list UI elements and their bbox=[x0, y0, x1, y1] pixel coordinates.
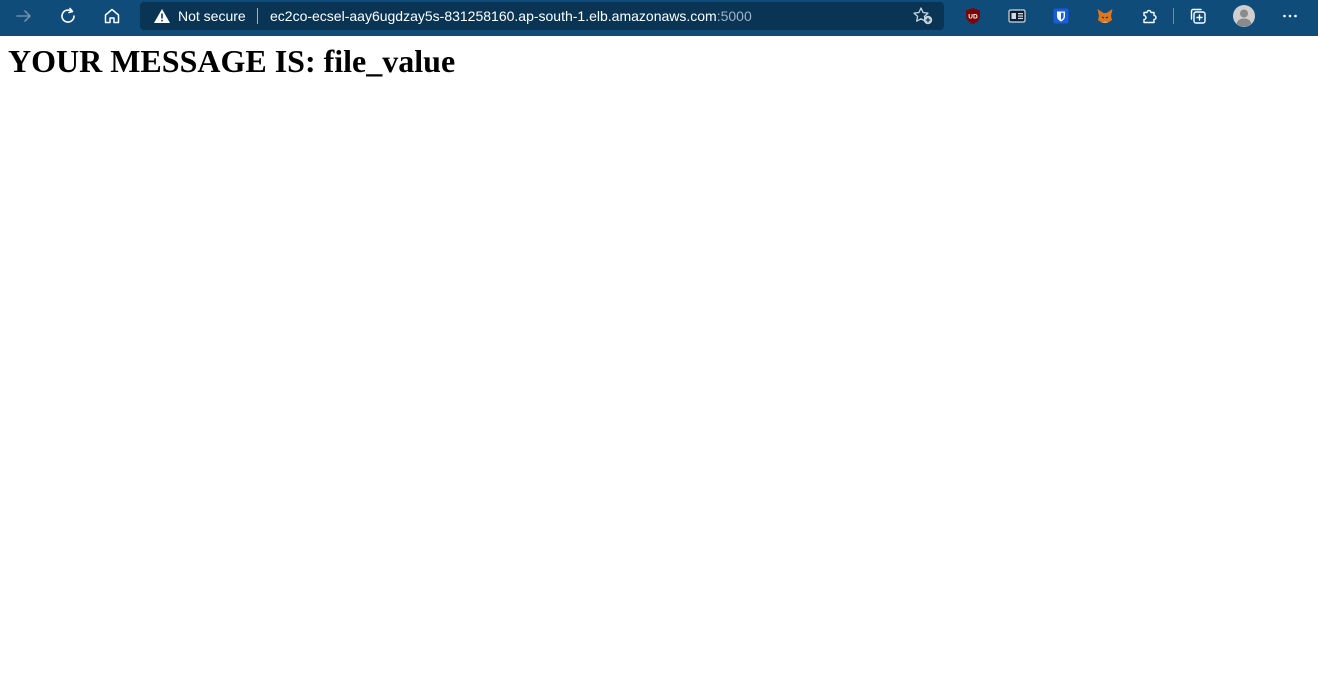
ublock-badge: UD bbox=[968, 14, 978, 21]
more-icon[interactable] bbox=[1274, 0, 1306, 32]
profile-icon[interactable] bbox=[1228, 0, 1260, 32]
url-text[interactable]: ec2co-ecsel-aay6ugdzay5s-831258160.ap-so… bbox=[270, 8, 752, 24]
message-heading: YOUR MESSAGE IS: file_value bbox=[8, 43, 456, 79]
add-favorite-icon[interactable] bbox=[912, 6, 934, 26]
toolbar-divider bbox=[1173, 8, 1174, 24]
warning-icon[interactable] bbox=[153, 8, 171, 24]
refresh-icon[interactable] bbox=[52, 0, 84, 32]
security-status-label[interactable]: Not secure bbox=[178, 8, 246, 24]
reader-icon[interactable] bbox=[1001, 0, 1033, 32]
collections-icon[interactable] bbox=[1182, 0, 1214, 32]
extensions-icon[interactable] bbox=[1133, 0, 1165, 32]
browser-toolbar: Not secure ec2co-ecsel-aay6ugdzay5s-8312… bbox=[0, 0, 1318, 36]
ublock-icon[interactable]: UD bbox=[957, 0, 989, 32]
forward-icon[interactable] bbox=[8, 0, 40, 32]
address-divider bbox=[257, 8, 258, 24]
url-port: :5000 bbox=[716, 8, 752, 24]
bitwarden-icon[interactable] bbox=[1045, 0, 1077, 32]
address-bar[interactable]: Not secure ec2co-ecsel-aay6ugdzay5s-8312… bbox=[140, 2, 944, 30]
metamask-icon[interactable] bbox=[1089, 0, 1121, 32]
url-host: ec2co-ecsel-aay6ugdzay5s-831258160.ap-so… bbox=[270, 8, 717, 24]
home-icon[interactable] bbox=[96, 0, 128, 32]
